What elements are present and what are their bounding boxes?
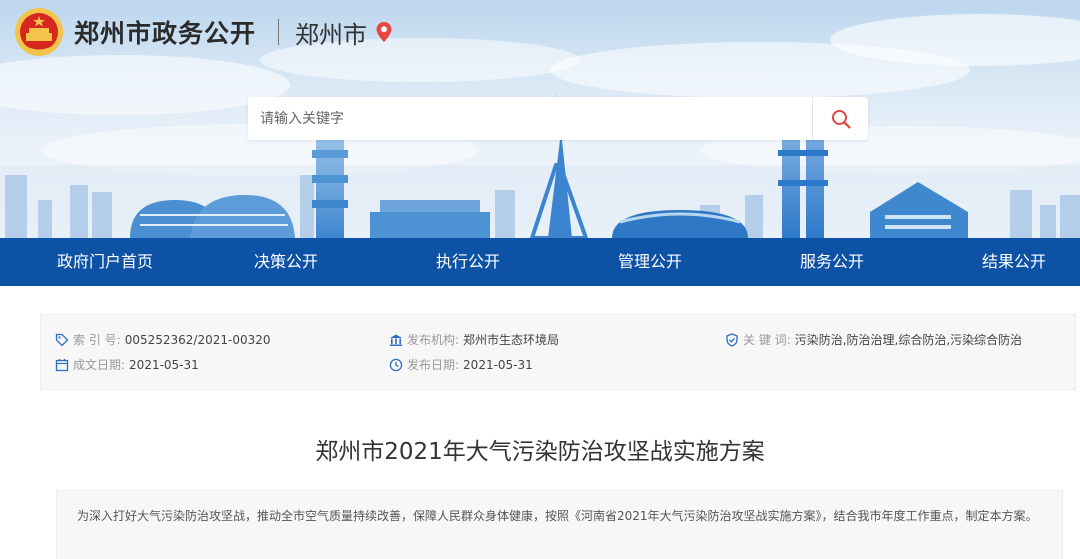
nav-item-result[interactable]: 结果公开 [982,238,1046,286]
institution-icon [390,334,402,346]
document-summary: 为深入打好大气污染防治攻坚战，推动全市空气质量持续改善，保障人民群众身体健康，按… [56,490,1063,559]
meta-created-value: 2021-05-31 [129,357,199,372]
meta-keywords-value: 污染防治,防治治理,综合防治,污染综合防治 [794,333,1023,347]
location-pin-icon[interactable] [375,21,393,43]
national-emblem-icon [15,8,63,56]
nav-item-portal-home[interactable]: 政府门户首页 [57,238,153,286]
nav-item-service[interactable]: 服务公开 [800,238,864,286]
meta-published: 发布日期: 2021-05-31 [389,356,533,373]
meta-org-value: 郑州市生态环境局 [463,333,560,347]
calendar-icon [55,358,69,371]
city-name[interactable]: 郑州市 [295,15,367,50]
meta-index: 索 引 号: 005252362/2021-00320 [55,331,271,348]
meta-keywords: 关 键 词: 污染防治,防治治理,综合防治,污染综合防治 [725,331,1022,348]
site-brand[interactable]: 郑州市政务公开 郑州市 [14,6,393,58]
nav-item-decision[interactable]: 决策公开 [254,238,318,286]
document-title: 郑州市2021年大气污染防治攻坚战实施方案 [315,439,765,465]
document-content: 索 引 号: 005252362/2021-00320 发布机构: 郑州市生态环… [0,286,1080,559]
meta-created-label: 成文日期: [73,358,126,372]
meta-org: 发布机构: 郑州市生态环境局 [389,331,559,348]
main-nav: 政府门户首页 决策公开 执行公开 管理公开 服务公开 结果公开 [0,238,1080,286]
meta-published-label: 发布日期: [407,358,460,372]
tag-icon [55,333,69,346]
header-banner: 郑州市政务公开 郑州市 [0,0,1080,238]
clock-icon [389,358,403,371]
search-input[interactable] [248,97,812,140]
meta-index-value: 005252362/2021-00320 [124,332,271,347]
meta-org-label: 发布机构: [407,333,460,347]
search-button[interactable] [812,97,868,140]
nav-item-execution[interactable]: 执行公开 [436,238,500,286]
search-icon [831,109,851,129]
meta-index-label: 索 引 号: [73,333,121,347]
shield-check-icon [726,332,738,347]
site-title: 郑州市政务公开 [74,19,257,48]
meta-published-value: 2021-05-31 [463,357,533,372]
nav-item-management[interactable]: 管理公开 [618,238,682,286]
meta-created: 成文日期: 2021-05-31 [55,356,199,373]
meta-keywords-label: 关 键 词: [743,333,791,347]
search-bar [248,97,868,140]
document-meta-panel: 索 引 号: 005252362/2021-00320 发布机构: 郑州市生态环… [40,314,1076,390]
brand-divider [278,19,280,45]
